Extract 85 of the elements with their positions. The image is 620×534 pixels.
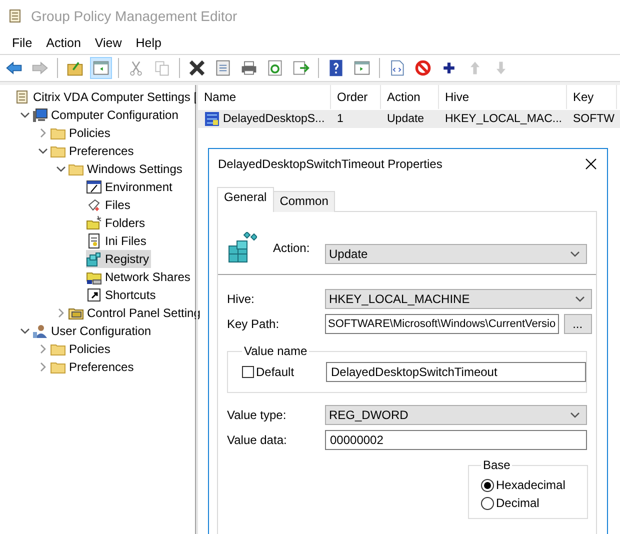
browse-button[interactable]: ... [564,314,592,334]
radio-button[interactable] [481,496,494,510]
document-icon [388,59,406,77]
tree-item[interactable]: Computer Configuration [32,106,180,124]
checkbox[interactable] [242,366,254,378]
registry-icon [204,111,220,127]
tree-item[interactable]: Policies [50,124,112,142]
printer-icon [240,59,258,77]
dialog-title: DelayedDesktopSwitchTimeout Properties [218,157,442,171]
tree-item[interactable]: Preferences [50,142,136,160]
refresh-icon [266,59,284,77]
tree-item[interactable]: Registry [86,250,152,268]
tree-item[interactable]: Windows Settings [68,160,184,178]
tree-item[interactable]: Preferences [50,358,136,376]
field-label: Hive: [227,292,256,306]
tree-item[interactable]: User Configuration [32,322,154,340]
table-cell: DelayedDesktopS... [223,113,325,125]
radio-label: Hexadecimal [496,478,566,492]
folder-icon [86,215,102,231]
radio-label: Decimal [496,496,540,510]
field-label: Value type: [227,408,288,422]
scroll-icon [14,89,30,105]
tree-item[interactable]: Folders [86,214,148,232]
tab[interactable]: General [217,187,274,212]
table-cell: SOFTW [573,113,615,125]
column-header[interactable]: Order [331,85,381,109]
dropdown[interactable]: Update [325,244,587,264]
group-title: Base [482,458,512,472]
column-header[interactable]: Action [381,85,439,109]
window-title: Group Policy Management Editor [31,8,238,24]
caret-icon[interactable] [570,249,580,259]
dropdown[interactable]: REG_DWORD [325,405,587,425]
tree-item[interactable]: Files [86,196,132,214]
radio-button[interactable] [481,478,494,492]
menu-item[interactable]: File [6,36,38,50]
stop-icon [414,59,432,77]
folder-up-icon [66,59,84,77]
chevron-icon [56,308,66,318]
files-icon [86,197,102,213]
table-row[interactable]: DelayedDesktopS... 1 Update HKEY_LOCAL_MAC... SOFTW [198,110,620,128]
column-header[interactable]: Key [567,85,617,109]
field-label: Action: [273,241,310,255]
export-icon [292,59,310,77]
menu-item[interactable]: Help [130,36,168,50]
field-label: Value data: [227,433,288,447]
scroll-icon [7,8,23,24]
caret-icon[interactable] [570,410,580,420]
input-field[interactable]: SOFTWARE\Microsoft\Windows\CurrentVersio [325,314,559,334]
tree-item[interactable]: Environment [86,178,174,196]
forward-arrow-icon [31,59,49,77]
cubes-icon [86,251,102,267]
menu-item[interactable]: Action [40,36,87,50]
input-field[interactable]: 00000002 [325,430,587,450]
computer-icon [32,107,48,123]
properties-icon [214,59,232,77]
window-icon [86,179,102,195]
checkbox-label: Default [256,365,294,379]
tree-item[interactable]: Shortcuts [86,286,158,304]
delete-icon [188,59,206,77]
caret-icon[interactable] [574,294,585,304]
tree-item[interactable]: Policies [50,340,112,358]
copy-icon [153,59,171,77]
column-header[interactable]: Hive [439,85,567,109]
scissors-icon [127,59,145,77]
cubes-icon [227,232,257,264]
input-field[interactable]: DelayedDesktopSwitchTimeout [326,362,586,382]
close-icon[interactable] [585,158,597,170]
shortcut-icon [86,287,102,303]
pane-icon [353,59,371,77]
pane-icon [92,59,110,77]
tab[interactable]: Common [272,191,336,212]
table-cell: HKEY_LOCAL_MAC... [445,113,562,125]
table-cell: Update [387,113,424,125]
menu-item[interactable]: View [88,36,128,50]
tree-item[interactable]: Ini Files [86,232,148,250]
field-label: Key Path: [227,317,280,331]
group-title: Value name [243,344,308,358]
tree-item[interactable]: Network Shares [86,268,192,286]
table-cell: 1 [337,113,344,125]
dropdown[interactable]: HKEY_LOCAL_MACHINE [325,289,592,309]
help-icon [327,59,345,77]
user-icon [32,323,48,339]
document-icon [86,233,102,249]
back-arrow-icon [5,59,23,77]
column-header[interactable]: Name [198,85,331,109]
